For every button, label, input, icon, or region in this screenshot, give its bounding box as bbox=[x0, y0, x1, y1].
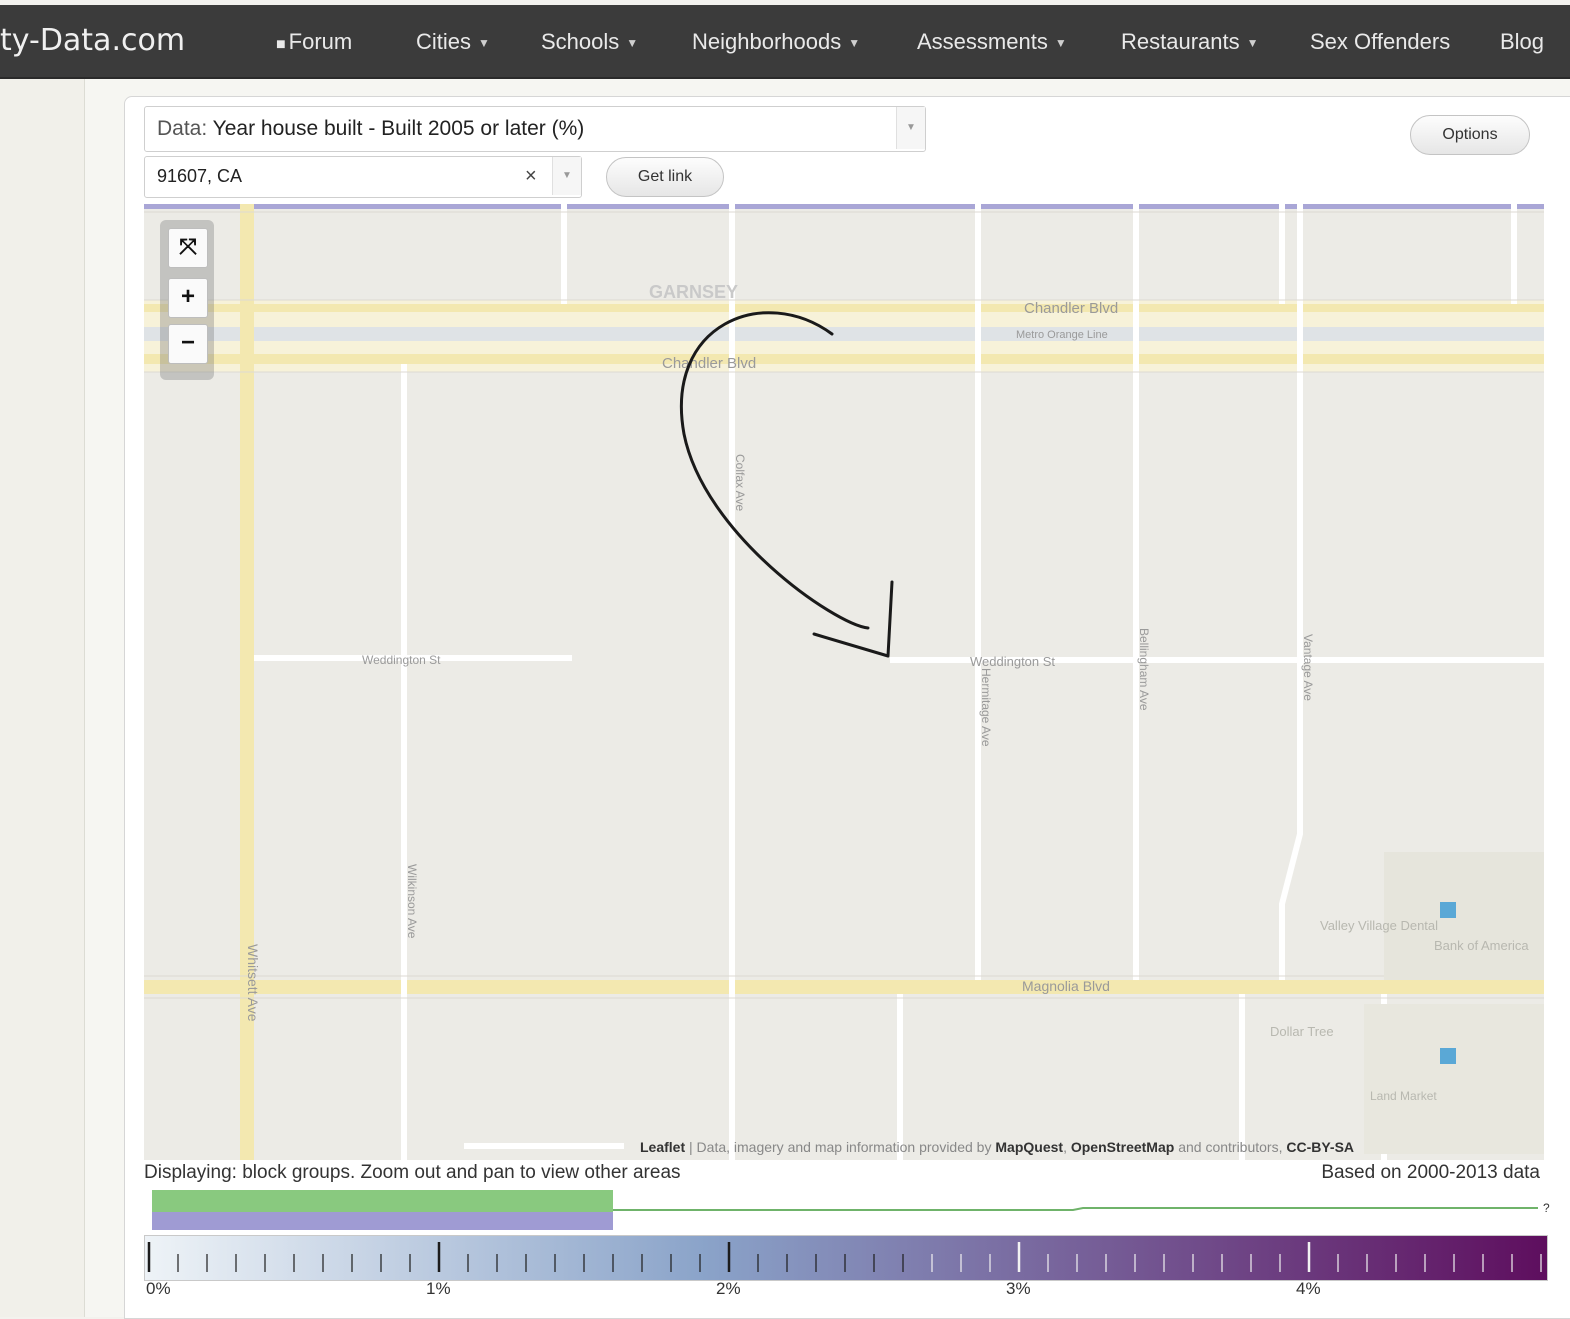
chandler-road-top bbox=[144, 304, 1544, 312]
display-note: Displaying: block groups. Zoom out and p… bbox=[144, 1162, 681, 1183]
histogram-line: ? bbox=[613, 1201, 1550, 1215]
nav-assessments[interactable]: Assessments ▼ bbox=[917, 29, 1067, 55]
map-label-land-market: Land Market bbox=[1370, 1089, 1437, 1103]
caret-down-icon: ▼ bbox=[626, 36, 639, 51]
magnolia-road bbox=[144, 980, 1544, 994]
chat-bubble-icon: ■ bbox=[276, 36, 286, 53]
top-navigation-bar: ty-Data.com ■ Forum Cities ▼ Schools ▼ Neig… bbox=[0, 5, 1570, 79]
map-label-metro: Metro Orange Line bbox=[1016, 329, 1108, 341]
map-attribution: Leaflet | Data, imagery and map informat… bbox=[640, 1139, 1354, 1155]
zoom-in-icon[interactable]: + bbox=[168, 278, 208, 318]
nav-schools[interactable]: Schools ▼ bbox=[541, 29, 638, 55]
dropdown-arrow-icon[interactable]: ▼ bbox=[552, 157, 581, 195]
map-label-hermitage: Hermitage Ave bbox=[979, 668, 993, 747]
commercial-area bbox=[1364, 1004, 1544, 1154]
nav-neighborhoods-label: Neighborhoods bbox=[692, 29, 842, 54]
metro-orange-line-track bbox=[144, 327, 1544, 341]
data-prefix-label: Data: bbox=[157, 117, 208, 140]
data-variable-select[interactable]: Data: Year house built - Built 2005 or l… bbox=[144, 106, 926, 152]
nav-cities[interactable]: Cities ▼ bbox=[416, 29, 490, 55]
zoom-control: ⤧ + − bbox=[160, 220, 214, 380]
map-label-weddington-left: Weddington St bbox=[362, 653, 441, 667]
street-map-svg: GARNSEY Chandler Blvd Metro Orange Line … bbox=[144, 204, 1544, 1160]
caret-down-icon: ▼ bbox=[848, 36, 861, 51]
scale-label: 2% bbox=[716, 1279, 741, 1298]
map-label-chandler: Chandler Blvd bbox=[662, 355, 756, 372]
scale-label: 0% bbox=[146, 1279, 171, 1298]
map-label-vantage: Vantage Ave bbox=[1301, 634, 1315, 701]
location-value: 91607, CA bbox=[157, 166, 243, 186]
scale-label: 3% bbox=[1006, 1279, 1031, 1298]
map-label-bellingham: Bellingham Ave bbox=[1137, 628, 1151, 711]
nav-restaurants[interactable]: Restaurants ▼ bbox=[1121, 29, 1259, 55]
commercial-area bbox=[1384, 852, 1544, 980]
map-label-valley-village-dental: Valley Village Dental bbox=[1320, 918, 1438, 933]
color-scale-ticks bbox=[147, 1242, 1542, 1272]
histogram-bar-green bbox=[152, 1190, 613, 1212]
nav-assessments-label: Assessments bbox=[917, 29, 1048, 54]
street-labels: GARNSEY Chandler Blvd Metro Orange Line … bbox=[245, 282, 1529, 1103]
options-button[interactable]: Options bbox=[1410, 115, 1530, 155]
map-label-wilkinson: Wilkinson Ave bbox=[405, 864, 419, 939]
scale-label: 1% bbox=[426, 1279, 451, 1298]
zoom-out-icon[interactable]: − bbox=[168, 324, 208, 364]
annotation-arrow-head bbox=[812, 580, 894, 658]
zoom-reset-icon[interactable]: ⤧ bbox=[168, 228, 208, 268]
chandler-road bbox=[144, 354, 1544, 364]
caret-down-icon: ▼ bbox=[1054, 36, 1067, 51]
nav-restaurants-label: Restaurants bbox=[1121, 29, 1240, 54]
site-logo-text[interactable]: ty-Data.com bbox=[0, 23, 185, 58]
attribution-leaflet-link[interactable]: Leaflet bbox=[640, 1139, 685, 1155]
dropdown-arrow-icon[interactable]: ▼ bbox=[896, 107, 925, 149]
map-label-bank-of-america: Bank of America bbox=[1434, 938, 1529, 953]
data-range-note: Based on 2000-2013 data bbox=[1321, 1162, 1540, 1183]
data-variable-value: Year house built - Built 2005 or later (… bbox=[212, 117, 585, 140]
map-label-garnsey: GARNSEY bbox=[649, 282, 738, 302]
nav-blog-label: Blog bbox=[1500, 29, 1545, 54]
map-label-dollar-tree: Dollar Tree bbox=[1270, 1024, 1334, 1039]
map-top-strip bbox=[144, 204, 1544, 209]
attribution-osm-link[interactable]: OpenStreetMap bbox=[1071, 1139, 1174, 1155]
histogram-bar-purple bbox=[152, 1212, 613, 1230]
nav-blog[interactable]: Blog bbox=[1500, 29, 1544, 55]
caret-down-icon: ▼ bbox=[1246, 36, 1259, 51]
nav-sex-offenders-label: Sex Offenders bbox=[1310, 29, 1451, 54]
map-label-chandler-top: Chandler Blvd bbox=[1024, 300, 1118, 317]
nav-forum-label: Forum bbox=[288, 29, 353, 54]
parking-icon bbox=[1440, 1048, 1456, 1064]
nav-cities-label: Cities bbox=[416, 29, 472, 54]
color-scale-labels: 0% 1% 2% 3% 4% bbox=[144, 1279, 1546, 1303]
attribution-mapquest-link[interactable]: MapQuest bbox=[995, 1139, 1063, 1155]
clear-icon[interactable]: × bbox=[525, 165, 537, 188]
attribution-text: | Data, imagery and map information prov… bbox=[685, 1139, 996, 1155]
caret-down-icon: ▼ bbox=[478, 36, 490, 51]
color-scale-legend[interactable] bbox=[144, 1235, 1548, 1281]
left-sidebar bbox=[0, 79, 85, 1317]
svg-text:?: ? bbox=[1543, 1201, 1550, 1215]
attribution-comma: , bbox=[1063, 1139, 1071, 1155]
nav-schools-label: Schools bbox=[541, 29, 620, 54]
data-variable-text: Data: Year house built - Built 2005 or l… bbox=[157, 117, 584, 141]
location-select[interactable]: 91607, CA × ▼ bbox=[144, 156, 582, 198]
map-label-magnolia: Magnolia Blvd bbox=[1022, 978, 1110, 994]
scale-label: 4% bbox=[1296, 1279, 1321, 1298]
attribution-license-link[interactable]: CC-BY-SA bbox=[1286, 1139, 1354, 1155]
parking-icon bbox=[1440, 902, 1456, 918]
nav-forum[interactable]: ■ Forum bbox=[276, 29, 352, 55]
get-link-button[interactable]: Get link bbox=[606, 157, 724, 197]
map-label-colfax: Colfax Ave bbox=[733, 454, 747, 511]
nav-sex-offenders[interactable]: Sex Offenders bbox=[1310, 29, 1450, 55]
map-label-weddington-right: Weddington St bbox=[970, 654, 1055, 669]
map-canvas[interactable]: GARNSEY Chandler Blvd Metro Orange Line … bbox=[144, 204, 1544, 1160]
nav-neighborhoods[interactable]: Neighborhoods ▼ bbox=[692, 29, 860, 55]
map-label-whitsett: Whitsett Ave bbox=[245, 944, 261, 1022]
attribution-contrib-text: and contributors, bbox=[1174, 1139, 1287, 1155]
